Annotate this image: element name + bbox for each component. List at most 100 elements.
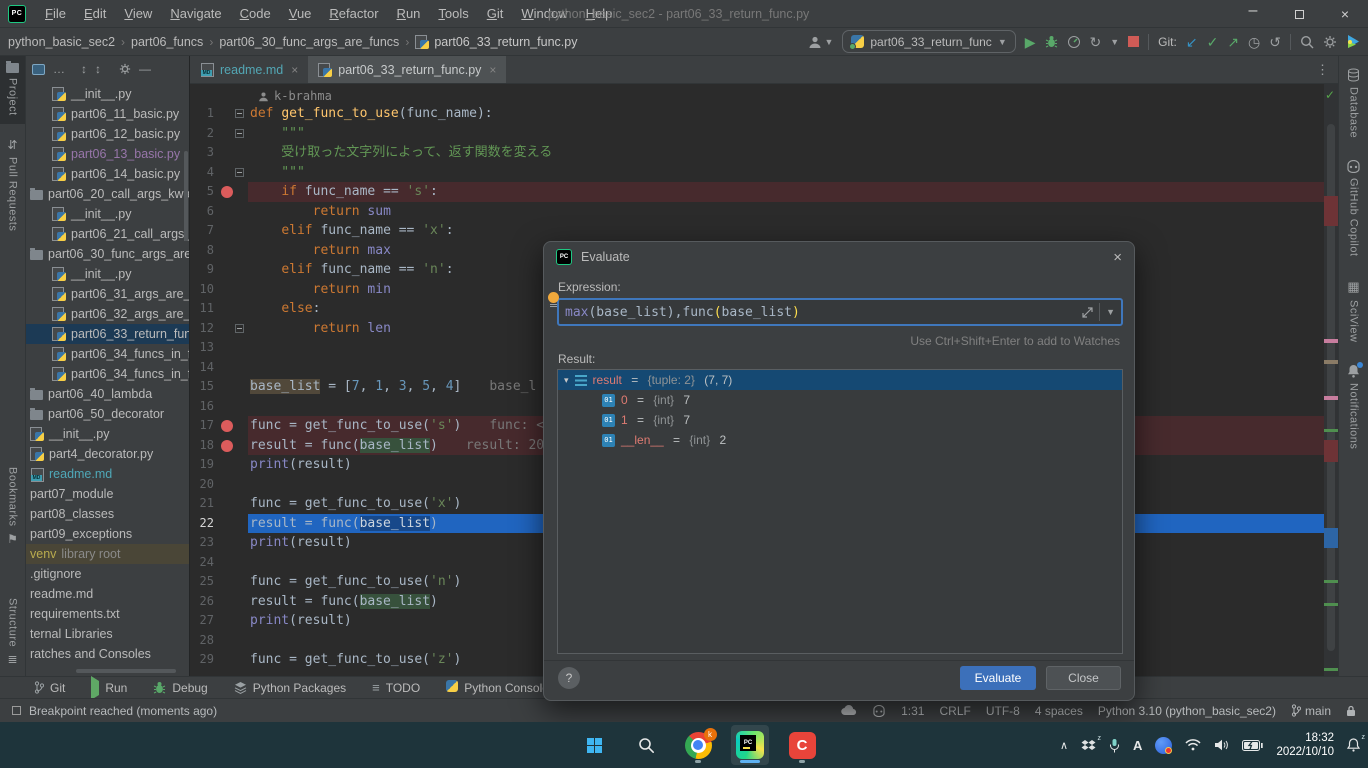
tool-button-bookmarks[interactable]: Bookmarks ⚑	[0, 467, 25, 546]
tree-item[interactable]: part06_31_args_are_fun	[26, 284, 189, 304]
tree-item[interactable]: __init__.py	[26, 84, 189, 104]
line-number[interactable]: 14	[192, 358, 214, 378]
line-number[interactable]: 4	[192, 163, 214, 183]
tree-item[interactable]: readme.md	[26, 464, 189, 484]
line-number[interactable]: 12	[192, 319, 214, 339]
line-number[interactable]: 21	[192, 494, 214, 514]
tool-button-sciview[interactable]: ▦ SciView	[1339, 257, 1368, 342]
run-button[interactable]: ▶	[1025, 35, 1036, 49]
tool-button-database[interactable]: Database	[1339, 56, 1368, 138]
python-interpreter[interactable]: Python 3.10 (python_basic_sec2)	[1098, 704, 1276, 718]
github-copilot-status-icon[interactable]	[872, 705, 886, 717]
run-configuration-select[interactable]: part06_33_return_func ▼	[842, 30, 1015, 53]
start-button[interactable]	[575, 725, 613, 765]
menu-navigate[interactable]: Navigate	[161, 0, 230, 28]
volume-icon[interactable]	[1214, 739, 1229, 751]
code-line[interactable]: 5 if func_name == 's':	[190, 182, 1324, 202]
breadcrumb-item[interactable]: part06_33_return_func.py	[415, 35, 577, 49]
line-number[interactable]: 10	[192, 280, 214, 300]
file-encoding[interactable]: UTF-8	[986, 704, 1020, 718]
more-options-icon[interactable]: …	[53, 62, 65, 76]
breadcrumb-item[interactable]: part06_funcs	[131, 35, 203, 49]
fold-marker[interactable]	[235, 109, 244, 118]
fold-marker[interactable]	[235, 129, 244, 138]
line-number[interactable]: 9	[192, 260, 214, 280]
wifi-icon[interactable]	[1185, 739, 1201, 751]
tool-button-structure[interactable]: Structure ≣	[0, 598, 25, 666]
fold-marker[interactable]	[235, 168, 244, 177]
result-row[interactable]: ▾result = {tuple: 2} (7, 7)	[558, 370, 1122, 390]
line-number[interactable]: 13	[192, 338, 214, 358]
line-number[interactable]: 29	[192, 650, 214, 670]
menu-edit[interactable]: Edit	[75, 0, 115, 28]
menu-vue[interactable]: Vue	[280, 0, 321, 28]
line-number[interactable]: 2	[192, 124, 214, 144]
tree-item[interactable]: part06_14_basic.py	[26, 164, 189, 184]
collapse-all-icon[interactable]: ↕	[95, 62, 101, 76]
tree-item[interactable]: part07_module	[26, 484, 189, 504]
editor-scrollbar[interactable]: ✓	[1324, 84, 1338, 676]
taskbar-chrome[interactable]: k	[679, 725, 717, 765]
evaluate-button[interactable]: Evaluate	[960, 666, 1036, 690]
tree-item[interactable]: part4_decorator.py	[26, 444, 189, 464]
line-number[interactable]: 5	[192, 182, 214, 202]
tree-item[interactable]: part06_32_args_are_fun	[26, 304, 189, 324]
taskbar-search-button[interactable]	[627, 725, 665, 765]
line-number[interactable]: 16	[192, 397, 214, 417]
menu-refactor[interactable]: Refactor	[320, 0, 387, 28]
breakpoint-dot[interactable]	[221, 186, 233, 198]
chevron-down-icon[interactable]: ▼	[1110, 37, 1119, 47]
line-number[interactable]: 3	[192, 143, 214, 163]
menu-file[interactable]: File	[36, 0, 75, 28]
menu-view[interactable]: View	[115, 0, 161, 28]
tree-item[interactable]: part06_30_func_args_are_fu	[26, 244, 189, 264]
tree-item[interactable]: readme.md	[26, 584, 189, 604]
coverage-button[interactable]: ↻	[1090, 35, 1102, 49]
menu-tools[interactable]: Tools	[429, 0, 477, 28]
tree-item[interactable]: __init__.py	[26, 204, 189, 224]
rollback-button[interactable]: ↺	[1269, 35, 1281, 49]
ime-indicator[interactable]: A	[1133, 738, 1142, 753]
line-number[interactable]: 28	[192, 631, 214, 651]
menu-code[interactable]: Code	[231, 0, 280, 28]
expression-text[interactable]: max(base_list),func(base_list)	[565, 305, 1082, 320]
tool-window-button-python-console[interactable]: Python Console	[446, 680, 549, 695]
breadcrumb-item[interactable]: python_basic_sec2	[8, 35, 115, 49]
fold-marker[interactable]	[235, 324, 244, 333]
close-dialog-button[interactable]: Close	[1046, 666, 1121, 690]
tree-item[interactable]: ternal Libraries	[26, 624, 189, 644]
line-number[interactable]: 18	[192, 436, 214, 456]
tree-item[interactable]: __init__.py	[26, 264, 189, 284]
tool-button-pull-requests[interactable]: ⇵ Pull Requests	[0, 124, 25, 245]
line-number[interactable]: 7	[192, 221, 214, 241]
project-view-icon[interactable]	[32, 64, 45, 75]
line-number[interactable]: 24	[192, 553, 214, 573]
line-number[interactable]: 6	[192, 202, 214, 222]
dropbox-icon[interactable]: z	[1081, 739, 1096, 752]
indent-setting[interactable]: 4 spaces	[1035, 704, 1083, 718]
search-everywhere-icon[interactable]	[1300, 35, 1314, 49]
code-line[interactable]: 4 """	[190, 163, 1324, 183]
tool-button-project[interactable]: Project	[0, 56, 25, 124]
close-icon[interactable]: ×	[489, 63, 496, 77]
history-dropdown-icon[interactable]: ▼	[1106, 307, 1115, 317]
tree-item[interactable]: part08_classes	[26, 504, 189, 524]
line-number[interactable]: 22	[192, 514, 214, 534]
scrollbar[interactable]	[184, 151, 188, 241]
scrollbar[interactable]	[76, 669, 176, 673]
breadcrumb-item[interactable]: part06_30_func_args_are_funcs	[219, 35, 399, 49]
tree-item[interactable]: part06_40_lambda	[26, 384, 189, 404]
help-button[interactable]: ?	[558, 667, 580, 689]
tree-item[interactable]: __init__.py	[26, 424, 189, 444]
profiler-button[interactable]	[1067, 35, 1081, 49]
line-number[interactable]: 19	[192, 455, 214, 475]
tab-part06_33_return_func.py[interactable]: part06_33_return_func.py×	[308, 56, 506, 83]
stop-button[interactable]	[1128, 36, 1139, 47]
line-number[interactable]: 20	[192, 475, 214, 495]
tool-window-button-python-packages[interactable]: Python Packages	[234, 681, 346, 695]
kebab-menu-icon[interactable]: ⋮	[1307, 56, 1338, 83]
tray-overflow-chevron[interactable]: ∧	[1060, 739, 1068, 752]
debug-button[interactable]	[1045, 35, 1058, 48]
chevron-down-icon[interactable]: ▾	[564, 370, 569, 390]
tree-item[interactable]: part06_34_funcs_in_fun	[26, 344, 189, 364]
